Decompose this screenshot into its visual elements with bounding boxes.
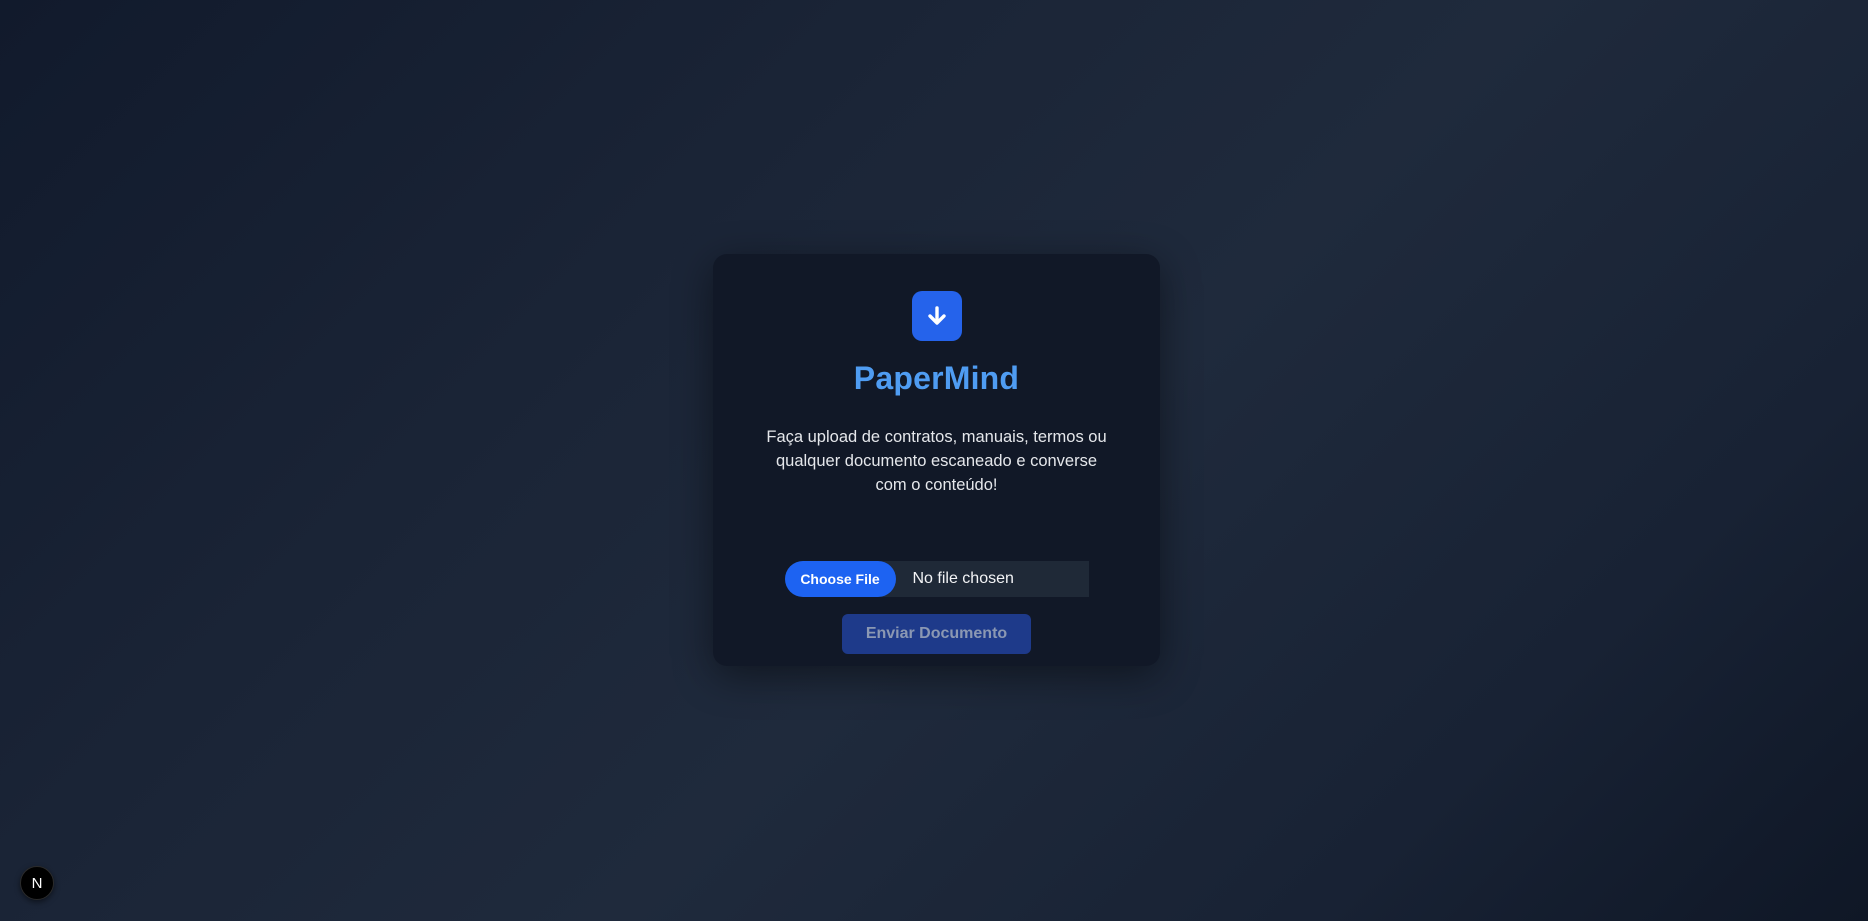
app-title: PaperMind — [853, 360, 1020, 396]
nextjs-logo-icon[interactable]: N — [20, 866, 54, 900]
file-input[interactable]: Choose File No file chosen — [784, 560, 1089, 597]
download-arrow-icon — [911, 291, 962, 341]
send-document-button[interactable]: Enviar Documento — [842, 613, 1031, 654]
upload-card: PaperMind Faça upload de contratos, manu… — [713, 254, 1160, 666]
file-status: No file chosen — [912, 569, 1014, 587]
dev-badge-letter: N — [31, 874, 43, 892]
choose-file-button[interactable]: Choose File — [784, 560, 896, 597]
upload-description: Faça upload de contratos, manuais, termo… — [766, 428, 1107, 495]
